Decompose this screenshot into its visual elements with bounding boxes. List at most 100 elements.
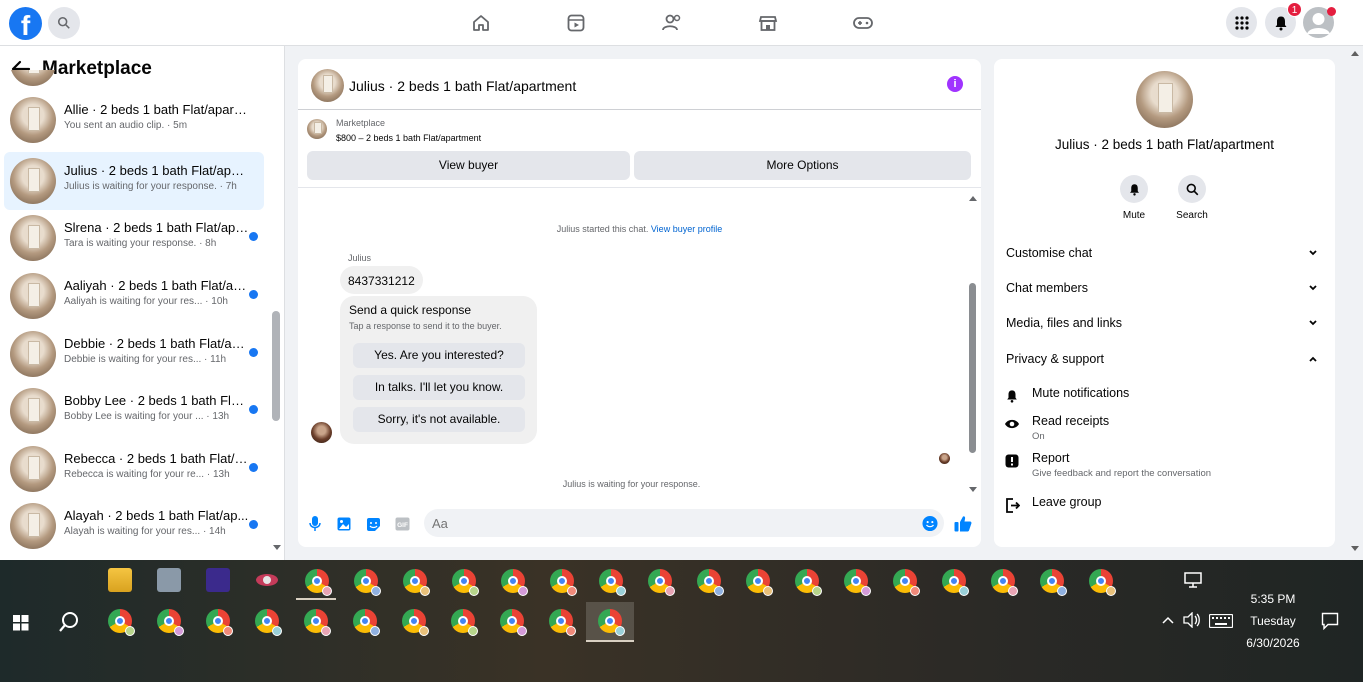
chrome-app-icon[interactable] <box>403 569 430 596</box>
conversation-name: Rebecca · 2 beds 1 bath Flat/a... <box>64 451 249 466</box>
chat-scrollbar[interactable] <box>969 283 976 453</box>
notification-center-icon[interactable] <box>1321 612 1339 630</box>
clock-time[interactable]: 5:35 PM <box>1232 592 1314 606</box>
more-options-button[interactable]: More Options <box>634 151 971 180</box>
chrome-app-icon[interactable] <box>697 569 724 596</box>
listing-summary[interactable]: $800 – 2 beds 1 bath Flat/apartment <box>336 133 481 143</box>
conversation-item[interactable]: Bobby Lee · 2 beds 1 bath Flat... Bobby L… <box>4 382 264 440</box>
listing-avatar[interactable] <box>311 69 344 102</box>
scroll-up-icon[interactable] <box>968 194 978 202</box>
conversation-item[interactable]: Debbie · 2 beds 1 bath Flat/ap... Debbie … <box>4 325 264 383</box>
mute-action[interactable]: Mute <box>1105 175 1163 221</box>
section-privacy-support[interactable]: Privacy & support <box>1006 352 1322 366</box>
like-button[interactable] <box>954 514 972 532</box>
file-explorer-icon[interactable] <box>108 568 132 592</box>
view-buyer-profile-link[interactable]: View buyer profile <box>651 224 722 234</box>
nav-friends[interactable] <box>649 8 695 38</box>
section-chat-members[interactable]: Chat members <box>1006 281 1322 295</box>
network-icon[interactable] <box>1184 572 1202 588</box>
nav-marketplace[interactable] <box>745 8 791 38</box>
conversation-item[interactable]: Slrena · 2 beds 1 bath Flat/apa... Tara i… <box>4 209 264 267</box>
chrome-app-icon[interactable] <box>795 569 822 596</box>
chevron-up-icon[interactable] <box>1161 615 1175 625</box>
quick-reply-interested[interactable]: Yes. Are you interested? <box>353 343 525 368</box>
chrome-app-icon[interactable] <box>501 569 528 596</box>
mute-notifications-item[interactable]: Mute notifications <box>1004 386 1324 406</box>
chrome-app-icon[interactable] <box>550 569 577 596</box>
page-scroll-up-icon[interactable] <box>1351 50 1359 56</box>
chrome-app-icon[interactable] <box>549 609 576 636</box>
chrome-app-icon[interactable] <box>108 609 135 636</box>
chrome-app-icon[interactable] <box>844 569 871 596</box>
chrome-app-icon[interactable] <box>991 569 1018 596</box>
clock-day[interactable]: Tuesday <box>1232 614 1314 628</box>
search-action[interactable]: Search <box>1163 175 1221 221</box>
sticker-button[interactable] <box>365 516 381 532</box>
chrome-app-icon[interactable] <box>1089 569 1116 596</box>
chrome-app-icon[interactable] <box>452 569 479 596</box>
windows-start-icon[interactable] <box>8 610 34 636</box>
conversation-item[interactable]: Julius · 2 beds 1 bath Flat/apart... Juli… <box>4 152 264 210</box>
nav-home[interactable] <box>458 8 504 38</box>
clock-date[interactable]: 6/30/2026 <box>1232 636 1314 650</box>
listing-large-avatar[interactable] <box>1136 71 1193 128</box>
conversation-item[interactable]: Aaliyah · 2 beds 1 bath Flat/ap... Aaliya… <box>4 267 264 325</box>
scroll-down-icon[interactable] <box>272 544 282 552</box>
facebook-logo[interactable]: f <box>9 7 42 40</box>
chrome-app-icon[interactable] <box>402 609 429 636</box>
chat-title[interactable]: Julius · 2 beds 1 bath Flat/apartment <box>349 78 576 94</box>
nav-gaming[interactable] <box>840 8 886 38</box>
page-scroll-down-icon[interactable] <box>1351 546 1359 552</box>
info-icon[interactable]: i <box>947 76 963 92</box>
conversation-item[interactable]: Allie · 2 beds 1 bath Flat/apartm... You … <box>4 91 264 149</box>
chrome-app-icon[interactable] <box>451 609 478 636</box>
onenote-icon[interactable] <box>206 568 230 592</box>
account-avatar[interactable] <box>1303 7 1336 38</box>
gif-button[interactable]: GIF <box>394 516 410 532</box>
chrome-app-icon[interactable] <box>304 609 331 636</box>
voice-clip-button[interactable] <box>307 516 323 532</box>
chrome-app-icon[interactable] <box>157 609 184 636</box>
chrome-app-icon[interactable] <box>599 569 626 596</box>
quick-reply-in-talks[interactable]: In talks. I'll let you know. <box>353 375 525 400</box>
snipping-tool-icon[interactable] <box>255 568 279 592</box>
attach-photo-button[interactable] <box>336 516 352 532</box>
keyboard-icon[interactable] <box>1209 614 1233 628</box>
listing-thumbnail[interactable] <box>307 119 327 139</box>
chrome-app-icon[interactable] <box>1040 569 1067 596</box>
conversation-list-scrollbar[interactable] <box>272 311 280 421</box>
section-customise-chat[interactable]: Customise chat <box>1006 246 1322 260</box>
chrome-app-icon[interactable] <box>942 569 969 596</box>
emoji-button[interactable] <box>922 515 938 531</box>
chrome-app-icon[interactable] <box>500 609 527 636</box>
chrome-app-icon[interactable] <box>255 609 282 636</box>
message-input[interactable] <box>424 509 944 537</box>
chrome-app-icon[interactable] <box>598 609 625 636</box>
menu-button[interactable] <box>1226 7 1257 38</box>
conversation-item[interactable]: Alayah · 2 beds 1 bath Flat/ap... Alayah … <box>4 497 264 555</box>
chrome-app-icon[interactable] <box>893 569 920 596</box>
chrome-app-icon[interactable] <box>305 569 332 596</box>
chrome-app-icon[interactable] <box>746 569 773 596</box>
chrome-app-icon[interactable] <box>354 569 381 596</box>
notifications-button[interactable]: 1 <box>1265 2 1302 38</box>
scroll-down-icon[interactable] <box>968 486 978 494</box>
message-bubble[interactable]: 8437331212 <box>340 266 423 294</box>
conversation-item[interactable]: Rebecca · 2 beds 1 bath Flat/a... Rebecca… <box>4 440 264 498</box>
quick-reply-not-available[interactable]: Sorry, it's not available. <box>353 407 525 432</box>
leave-group-item[interactable]: Leave group <box>1004 495 1324 515</box>
chrome-app-icon[interactable] <box>206 609 233 636</box>
sender-avatar[interactable] <box>311 422 332 443</box>
report-item[interactable]: Report Give feedback and report the conv… <box>1004 451 1324 481</box>
chrome-app-icon[interactable] <box>648 569 675 596</box>
calculator-icon[interactable] <box>157 568 181 592</box>
chevron-up-icon <box>1309 356 1317 362</box>
read-receipts-item[interactable]: Read receipts On <box>1004 414 1324 444</box>
nav-video[interactable] <box>553 8 599 38</box>
search-icon[interactable] <box>58 611 80 633</box>
chrome-app-icon[interactable] <box>353 609 380 636</box>
section-media-files-links[interactable]: Media, files and links <box>1006 316 1322 330</box>
search-button[interactable] <box>48 7 80 39</box>
volume-icon[interactable] <box>1183 612 1201 628</box>
view-buyer-button[interactable]: View buyer <box>307 151 630 180</box>
